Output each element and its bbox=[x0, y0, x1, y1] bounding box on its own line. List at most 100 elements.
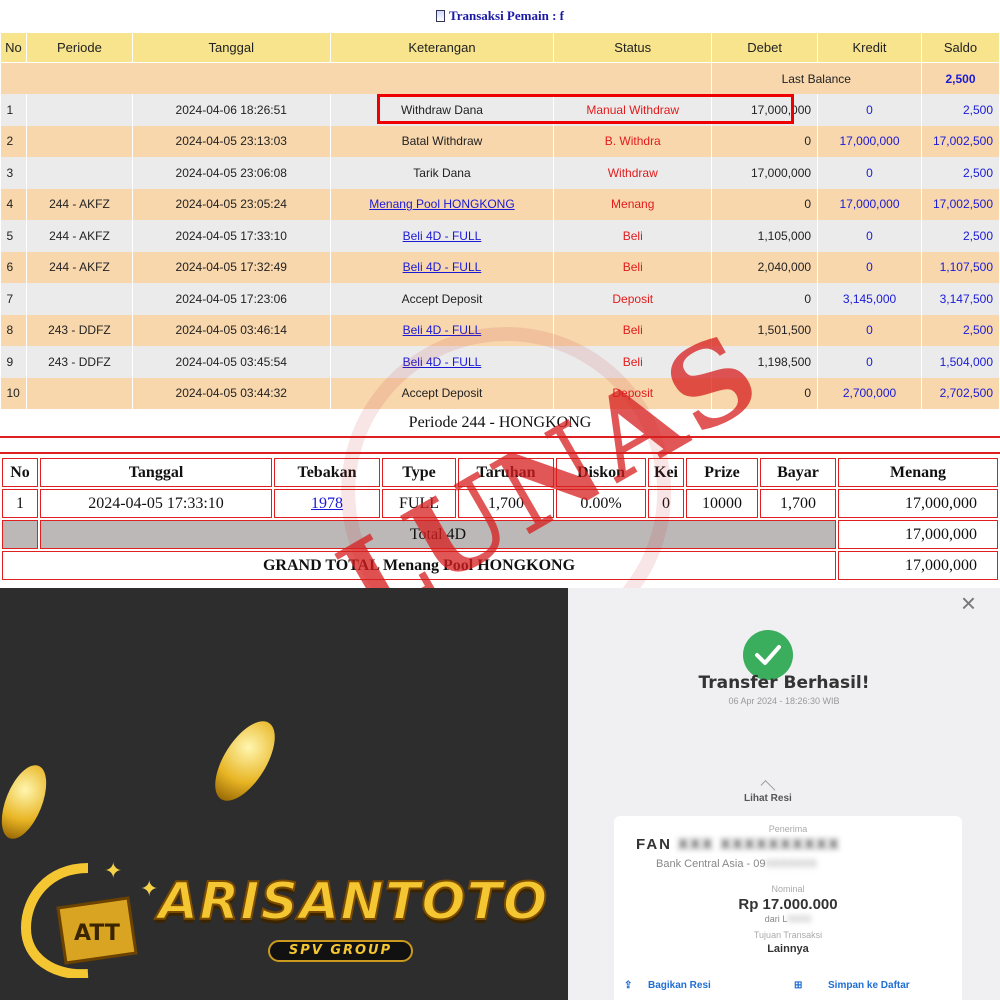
bet-no: 1 bbox=[2, 489, 38, 518]
row-status: Deposit bbox=[553, 377, 713, 409]
simpan-button[interactable]: Simpan ke Daftar bbox=[828, 980, 910, 991]
transaction-row: 5 244 - AKFZ 2024-04-05 17:33:10 Beli 4D - … bbox=[0, 220, 1000, 252]
document-icon bbox=[436, 10, 446, 22]
nominal-from-text: dari L bbox=[764, 914, 788, 924]
page-header: Transaksi Pemain : f bbox=[0, 0, 1000, 32]
keterangan-link[interactable]: Beli 4D - FULL bbox=[403, 323, 482, 337]
bagikan-resi-button[interactable]: Bagikan Resi bbox=[648, 980, 711, 991]
row-tanggal: 2024-04-05 03:46:14 bbox=[132, 314, 331, 346]
last-balance-label: Last Balance bbox=[711, 62, 922, 94]
row-tanggal: 2024-04-05 17:23:06 bbox=[132, 283, 331, 315]
grand-total-value: 17,000,000 bbox=[838, 551, 998, 580]
periode-title: Periode 244 - HONGKONG bbox=[408, 414, 592, 431]
row-saldo: 1,107,500 bbox=[921, 251, 1000, 283]
coin-icon bbox=[203, 711, 287, 811]
keterangan-link[interactable]: Beli 4D - FULL bbox=[403, 229, 482, 243]
transaction-row: 8 243 - DDFZ 2024-04-05 03:46:14 Beli 4D - … bbox=[0, 314, 1000, 346]
transaction-row: 3 2024-04-05 23:06:08 Tarik Dana Withdraw 17… bbox=[0, 157, 1000, 189]
bet-col-kei: Kei bbox=[648, 458, 684, 487]
brand-panel: ATT ✦ ✦ ARISANTOTO SPV GROUP bbox=[0, 588, 568, 1000]
row-kredit: 2,700,000 bbox=[817, 377, 922, 409]
row-saldo: 1,504,000 bbox=[921, 346, 1000, 378]
row-keterangan: Accept Deposit bbox=[330, 283, 555, 315]
page-title: Transaksi Pemain : f bbox=[449, 8, 564, 23]
col-kredit: Kredit bbox=[817, 32, 922, 63]
row-no: 7 bbox=[0, 283, 27, 315]
row-status: Manual Withdraw bbox=[553, 94, 713, 126]
row-kredit: 3,145,000 bbox=[817, 283, 922, 315]
transfer-success-title: Transfer Berhasil! bbox=[698, 673, 870, 693]
row-tanggal: 2024-04-05 23:13:03 bbox=[132, 125, 331, 157]
bet-col-tebakan: Tebakan bbox=[274, 458, 380, 487]
penerima-bank-text: Bank Central Asia - 09 bbox=[656, 858, 766, 870]
row-tanggal: 2024-04-05 17:33:10 bbox=[132, 220, 331, 252]
row-periode: 244 - AKFZ bbox=[26, 220, 133, 252]
logo-emblem-icon: ATT bbox=[20, 863, 138, 978]
row-periode: 243 - DDFZ bbox=[26, 346, 133, 378]
sparkle-icon: ✦ bbox=[140, 876, 159, 901]
row-saldo: 2,500 bbox=[921, 220, 1000, 252]
close-icon[interactable]: × bbox=[961, 588, 976, 619]
transaction-header-row: No Periode Tanggal Keterangan Status Deb… bbox=[0, 32, 1000, 63]
keterangan-link[interactable]: Menang Pool HONGKONG bbox=[369, 197, 514, 211]
last-balance-row: Last Balance 2,500 bbox=[0, 62, 1000, 94]
col-saldo: Saldo bbox=[920, 32, 1000, 63]
row-no: 1 bbox=[0, 94, 27, 126]
divider bbox=[0, 436, 1000, 438]
transaction-row: 6 244 - AKFZ 2024-04-05 17:32:49 Beli 4D - … bbox=[0, 251, 1000, 283]
bet-menang: 17,000,000 bbox=[838, 489, 998, 518]
row-debet: 1,501,500 bbox=[711, 314, 819, 346]
lihat-resi-button[interactable]: Lihat Resi bbox=[744, 793, 792, 804]
bet-col-type: Type bbox=[382, 458, 456, 487]
bet-prize: 10000 bbox=[686, 489, 758, 518]
row-tanggal: 2024-04-05 17:32:49 bbox=[132, 251, 331, 283]
row-debet: 0 bbox=[711, 188, 819, 220]
col-no: No bbox=[0, 32, 27, 63]
row-saldo: 17,002,500 bbox=[921, 125, 1000, 157]
coin-icon bbox=[0, 759, 56, 845]
row-tanggal: 2024-04-05 03:45:54 bbox=[132, 346, 331, 378]
row-status: Beli bbox=[553, 220, 713, 252]
brand-sub: SPV GROUP bbox=[268, 940, 413, 962]
row-no: 10 bbox=[0, 377, 27, 409]
bet-header-row: No Tanggal Tebakan Type Taruhan Diskon K… bbox=[2, 458, 998, 487]
transaction-table: No Periode Tanggal Keterangan Status Deb… bbox=[0, 32, 1000, 409]
row-periode: 243 - DDFZ bbox=[26, 314, 133, 346]
row-keterangan: Batal Withdraw bbox=[330, 125, 555, 157]
col-status: Status bbox=[553, 32, 713, 63]
nominal-value: Rp 17.000.000 bbox=[738, 896, 838, 913]
redacted-text: XXXX bbox=[787, 914, 812, 924]
row-debet: 17,000,000 bbox=[711, 157, 819, 189]
row-status: Deposit bbox=[553, 283, 713, 315]
receipt-card: Penerima FAN XXX XXXXXXXXXX Bank Central… bbox=[614, 816, 962, 1000]
bet-col-taruhan: Taruhan bbox=[458, 458, 554, 487]
row-periode: 244 - AKFZ bbox=[26, 251, 133, 283]
bet-col-bayar: Bayar bbox=[760, 458, 836, 487]
keterangan-link[interactable]: Beli 4D - FULL bbox=[403, 355, 482, 369]
row-status: B. Withdra bbox=[553, 125, 713, 157]
row-periode bbox=[26, 377, 133, 409]
row-no: 3 bbox=[0, 157, 27, 189]
row-no: 8 bbox=[0, 314, 27, 346]
penerima-name: FAN XXX XXXXXXXXXX bbox=[636, 836, 840, 853]
row-keterangan: Beli 4D - FULL bbox=[330, 251, 555, 283]
redacted-text: XXX XXXXXXXXXX bbox=[672, 836, 841, 853]
save-icon: ⊞ bbox=[794, 980, 803, 991]
bet-tebakan-link[interactable]: 1978 bbox=[311, 495, 343, 512]
row-debet: 17,000,000 bbox=[711, 94, 819, 126]
row-tanggal: 2024-04-05 23:06:08 bbox=[132, 157, 331, 189]
row-saldo: 3,147,500 bbox=[921, 283, 1000, 315]
row-tanggal: 2024-04-05 03:44:32 bbox=[132, 377, 331, 409]
row-saldo: 2,500 bbox=[921, 94, 1000, 126]
bet-row: 1 2024-04-05 17:33:10 1978 FULL 1,700 0.… bbox=[2, 489, 998, 518]
penerima-bank: Bank Central Asia - 09XXXXXXX bbox=[656, 858, 817, 870]
transfer-time: 06 Apr 2024 - 18:26:30 WIB bbox=[728, 696, 840, 706]
keterangan-link[interactable]: Beli 4D - FULL bbox=[403, 260, 482, 274]
row-kredit: 0 bbox=[817, 346, 922, 378]
bet-col-diskon: Diskon bbox=[556, 458, 646, 487]
share-icon: ⇪ bbox=[624, 980, 633, 991]
row-debet: 1,105,000 bbox=[711, 220, 819, 252]
bet-tanggal: 2024-04-05 17:33:10 bbox=[40, 489, 272, 518]
col-tanggal: Tanggal bbox=[131, 32, 331, 63]
row-status: Beli bbox=[553, 314, 713, 346]
